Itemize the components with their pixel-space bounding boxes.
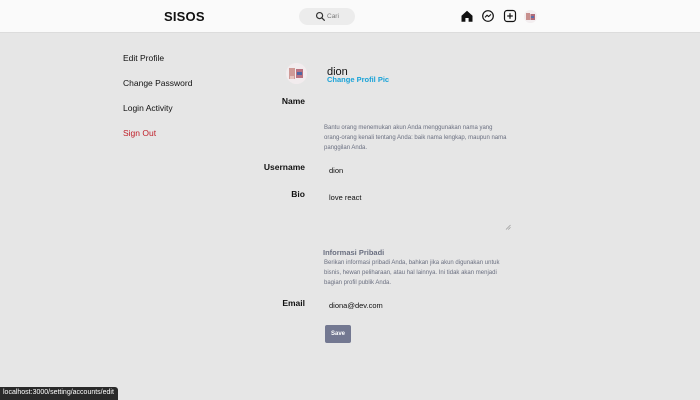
sidebar-item-edit-profile[interactable]: Edit Profile: [123, 53, 164, 63]
avatar[interactable]: [524, 10, 537, 23]
bio-label: Bio: [291, 189, 305, 199]
email-input[interactable]: [323, 299, 503, 311]
save-button[interactable]: Save: [325, 325, 351, 343]
username-label: Username: [263, 162, 305, 172]
avatar-image: [524, 10, 537, 23]
search-input[interactable]: [327, 10, 353, 23]
name-help-text: Bantu orang menemukan akun Anda mengguna…: [324, 125, 507, 151]
bio-textarea[interactable]: love react: [323, 186, 511, 230]
messenger-icon[interactable]: [481, 9, 495, 23]
personal-info-help-text: Berikan informasi pribadi Anda, bahkan j…: [324, 260, 500, 286]
brand-logo[interactable]: SISOS: [164, 9, 205, 24]
profile-avatar-image: [286, 63, 307, 84]
top-navbar: SISOS: [0, 0, 700, 33]
search-box[interactable]: [299, 8, 355, 25]
search-icon: [315, 11, 325, 21]
resize-handle-icon[interactable]: [505, 224, 511, 230]
email-label: Email: [282, 298, 305, 308]
username-input[interactable]: [323, 164, 503, 176]
name-label: Name: [281, 96, 305, 106]
sidebar-item-login-activity[interactable]: Login Activity: [123, 103, 173, 113]
profile-avatar: [286, 63, 307, 84]
home-icon[interactable]: [460, 9, 474, 23]
change-profile-pic-link[interactable]: Change Profil Pic: [327, 75, 389, 84]
personal-info-title: Informasi Pribadi: [323, 248, 385, 257]
sidebar-item-sign-out[interactable]: Sign Out: [123, 128, 156, 138]
sidebar-item-change-password[interactable]: Change Password: [123, 78, 192, 88]
add-post-icon[interactable]: [503, 9, 517, 23]
status-bar-url: localhost:3000/setting/accounts/edit: [0, 387, 118, 400]
bio-text: love react: [329, 193, 362, 202]
